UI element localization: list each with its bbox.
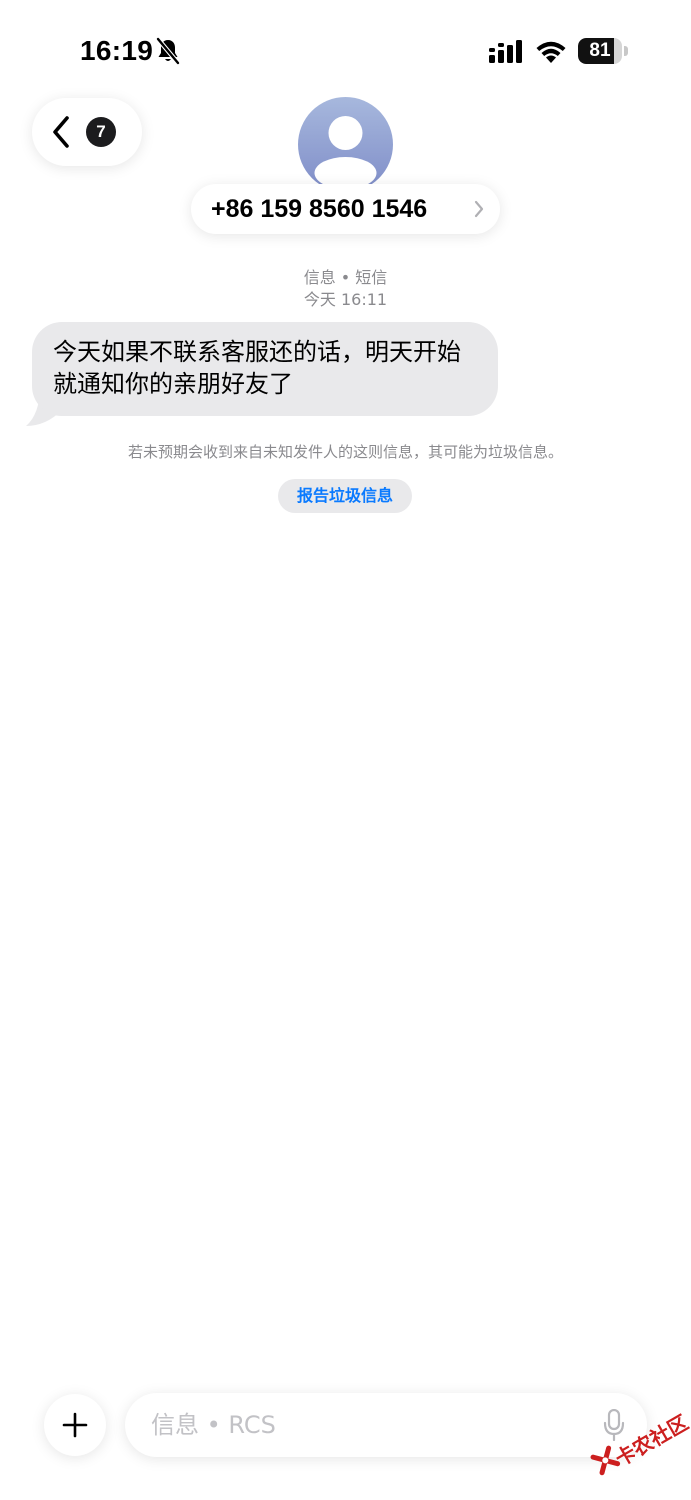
- plus-icon: [62, 1412, 88, 1438]
- wifi-icon: [536, 41, 566, 63]
- back-button[interactable]: 7: [32, 98, 142, 166]
- status-bar: 16:19 81: [0, 0, 691, 100]
- battery-tip: [624, 46, 628, 56]
- watermark-text: 卡农社区: [610, 1410, 691, 1471]
- battery-icon: 81: [578, 38, 628, 64]
- contact-avatar[interactable]: [298, 97, 393, 192]
- junk-notice: 若未预期会收到来自未知发件人的这则信息，其可能为垃圾信息。: [127, 443, 563, 461]
- contact-name: +86 159 8560 1546: [211, 195, 428, 223]
- bell-slash-icon: [156, 37, 180, 65]
- status-time: 16:19: [80, 35, 154, 66]
- message-text: 今天如果不联系客服还的话，明天开始就通知你的亲朋好友了: [53, 338, 461, 398]
- chevron-right-icon: [474, 200, 484, 218]
- message-service-label: 信息 • 短信: [303, 268, 388, 287]
- contact-name-button[interactable]: +86 159 8560 1546: [191, 184, 500, 234]
- battery-level: 81: [589, 40, 611, 61]
- battery-body: 81: [578, 38, 622, 64]
- add-attachment-button[interactable]: [44, 1394, 106, 1456]
- message-input-placeholder: 信息 • RCS: [151, 1411, 276, 1439]
- person-silhouette-icon: [314, 116, 377, 189]
- incoming-message-bubble[interactable]: 今天如果不联系客服还的话，明天开始就通知你的亲朋好友了: [32, 322, 498, 416]
- message-timestamp: 今天 16:11: [303, 290, 388, 309]
- message-input[interactable]: 信息 • RCS: [125, 1393, 647, 1457]
- unread-count-badge: 7: [86, 117, 116, 147]
- chevron-left-icon: [53, 116, 69, 148]
- cellular-icon: [489, 40, 522, 63]
- report-junk-button[interactable]: 报告垃圾信息: [278, 479, 412, 513]
